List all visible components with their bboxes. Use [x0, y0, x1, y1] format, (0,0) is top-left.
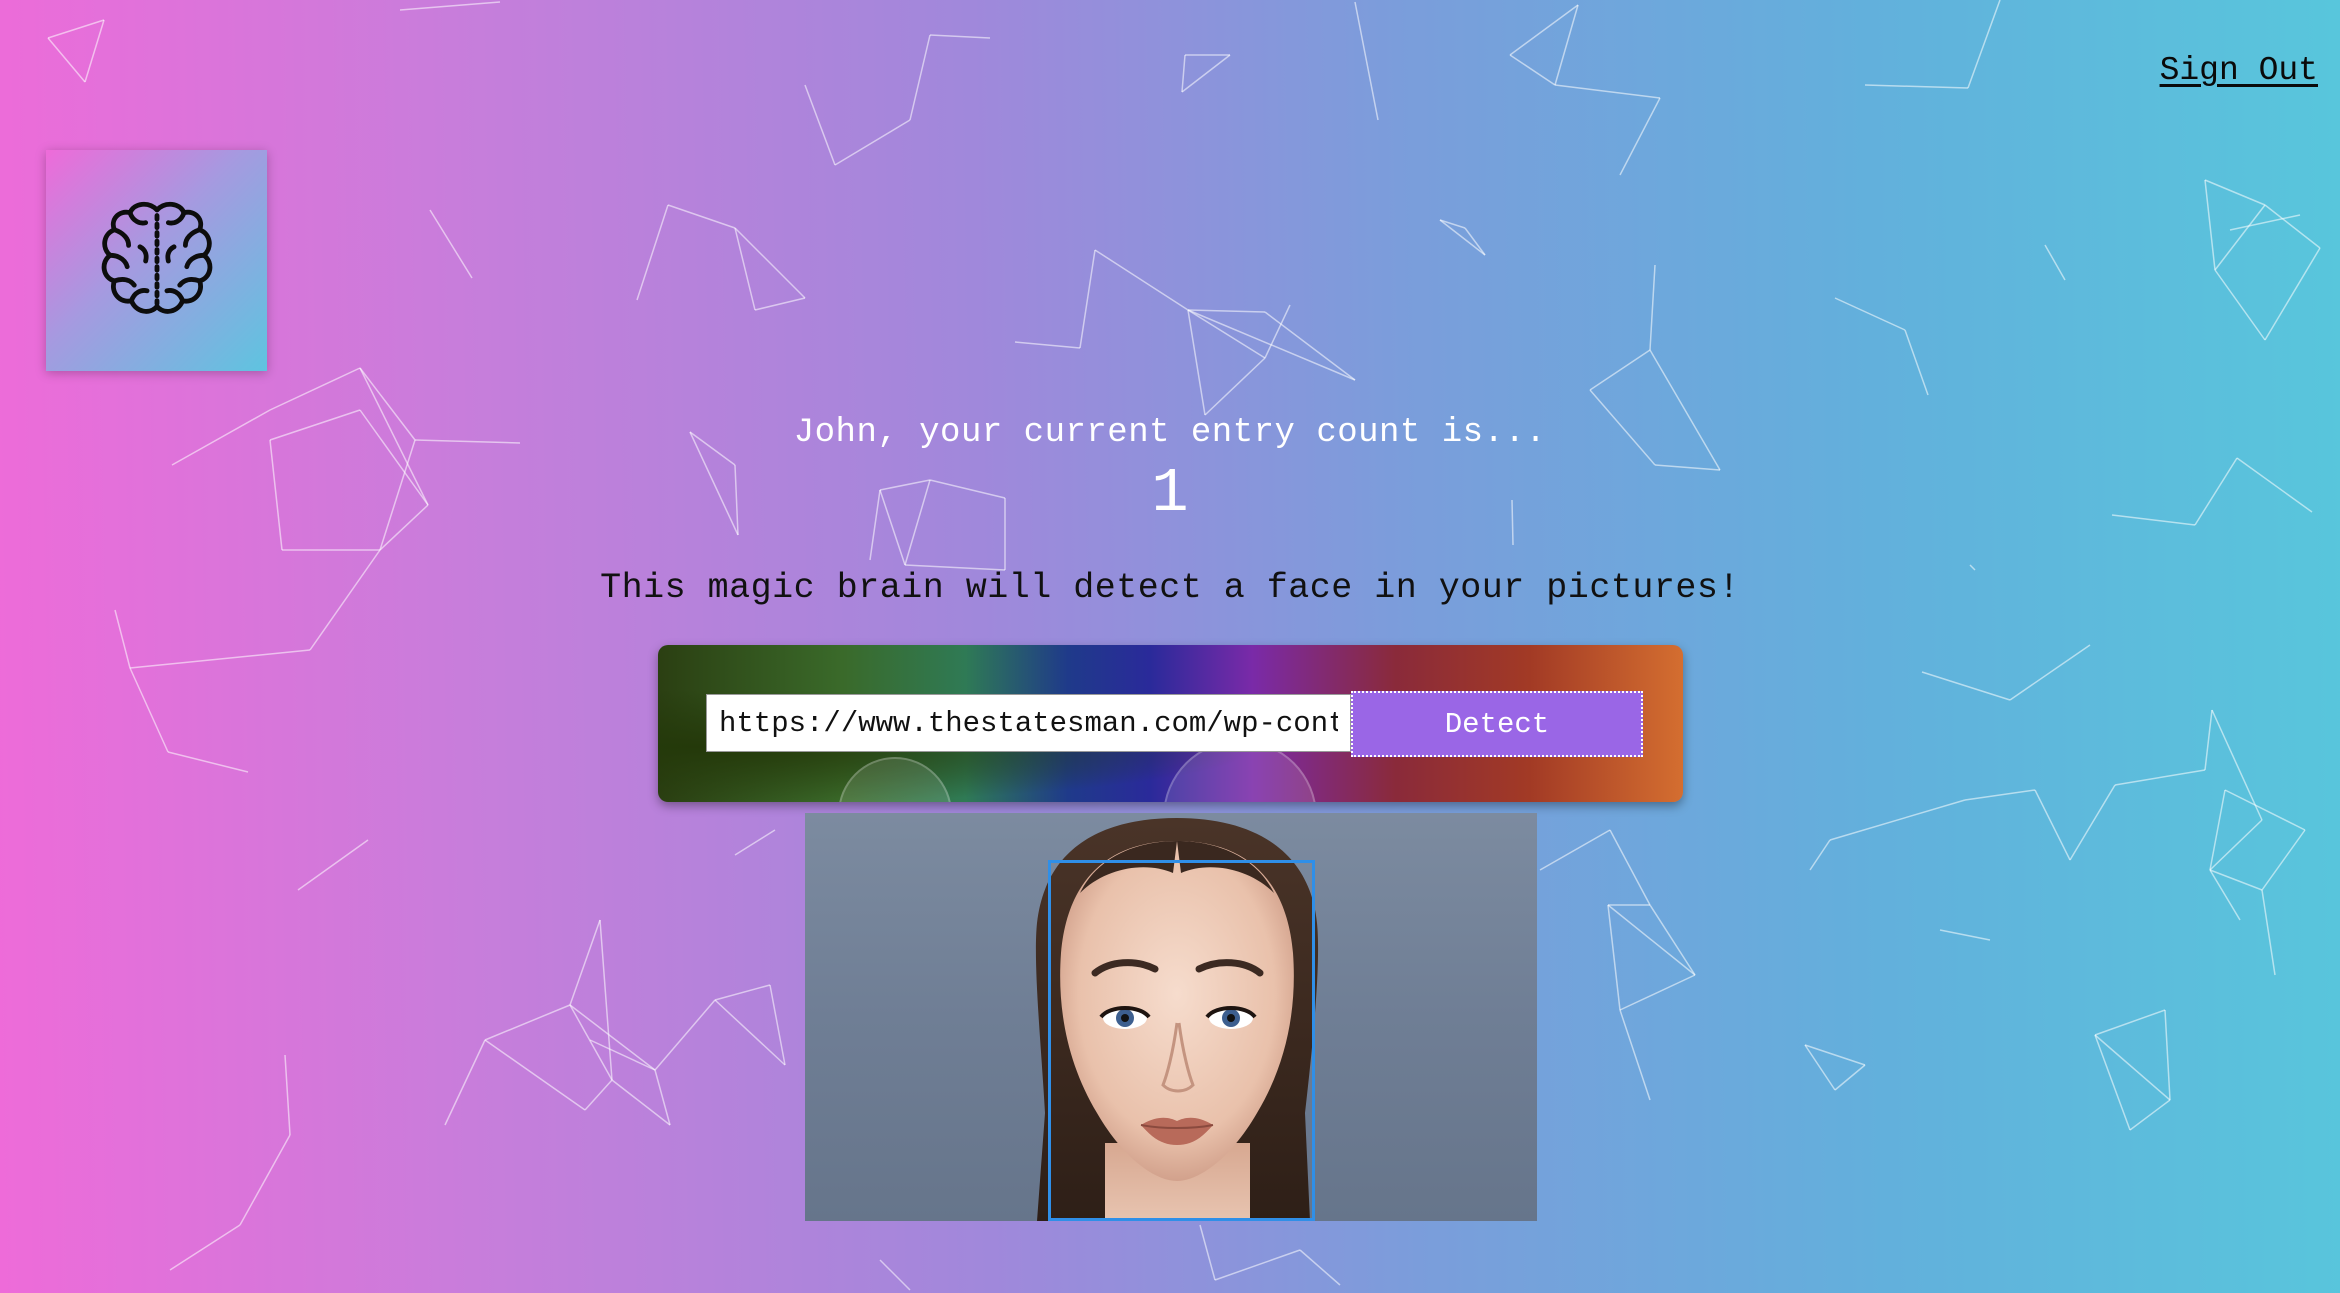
brain-icon: [101, 201, 212, 314]
entry-count-value: 1: [1151, 458, 1189, 529]
app-tagline: This magic brain will detect a face in y…: [600, 568, 1740, 608]
entry-count-message: John, your current entry count is...: [793, 414, 1547, 452]
result-image: [805, 813, 1537, 1221]
decor-bubble-left: [838, 757, 952, 802]
detect-button[interactable]: Detect: [1351, 691, 1643, 757]
sign-out-link[interactable]: Sign Out: [2160, 52, 2318, 89]
image-url-input[interactable]: [706, 694, 1351, 752]
logo-tilt-card[interactable]: [46, 150, 267, 371]
image-link-form: Detect: [658, 645, 1683, 802]
face-bounding-box: [1048, 860, 1315, 1221]
